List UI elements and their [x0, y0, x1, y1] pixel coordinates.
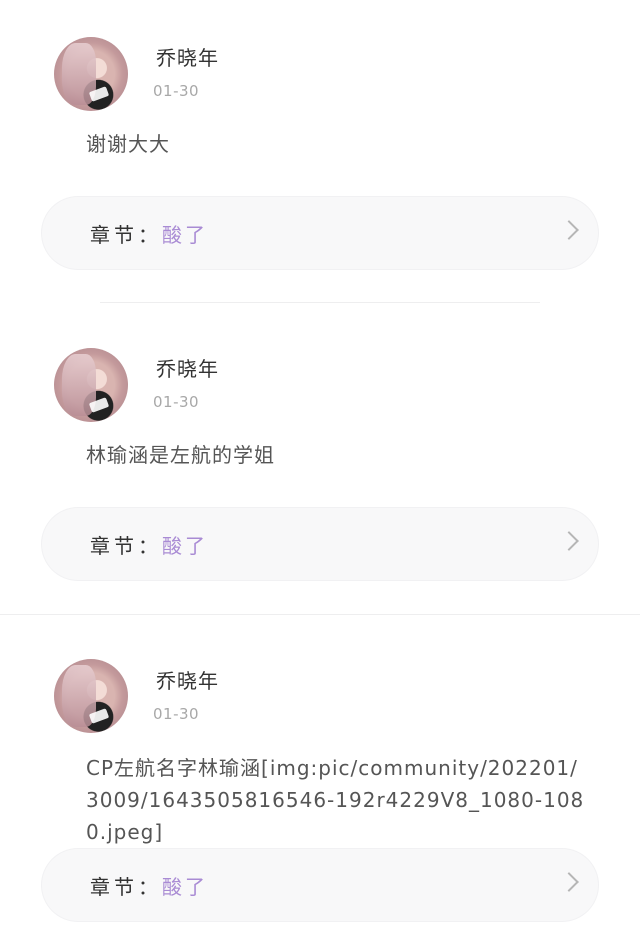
comment-item: 乔晓年 01-30 CP左航名字林瑜涵[img:pic/community/20… [0, 0, 640, 941]
comment-date: 01-30 [153, 705, 200, 723]
chapter-label: 章节： [90, 875, 162, 899]
chevron-right-icon [559, 872, 579, 892]
username[interactable]: 乔晓年 [156, 665, 219, 694]
chapter-name: 酸了 [162, 875, 208, 899]
comment-content: CP左航名字林瑜涵[img:pic/community/202201/3009/… [86, 756, 585, 844]
avatar[interactable] [54, 659, 128, 733]
chapter-link[interactable]: 章节： 酸了 [42, 849, 598, 921]
